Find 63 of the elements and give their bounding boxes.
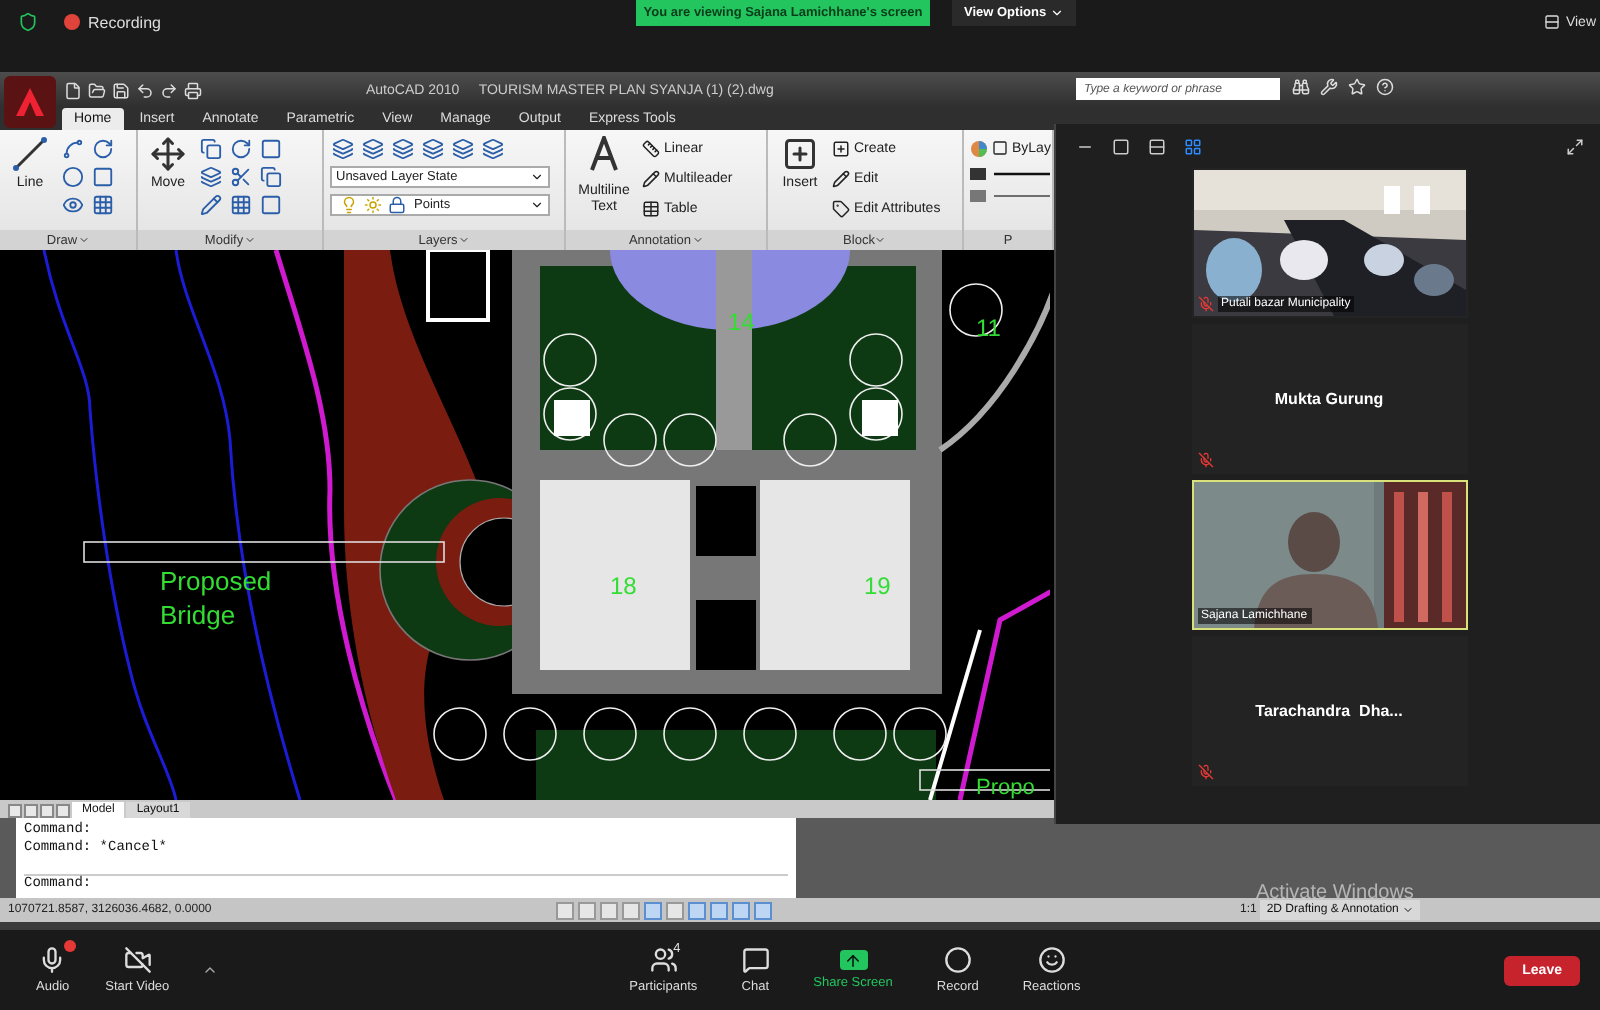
shield-icon (16, 10, 40, 34)
participant-tile[interactable]: Tarachandra Dha... (1191, 636, 1467, 786)
tag-icon (832, 199, 850, 217)
chevron-down-icon (1402, 904, 1415, 916)
new-file-icon[interactable] (64, 81, 82, 99)
binoculars-icon[interactable] (1292, 78, 1310, 96)
microphone-icon (38, 946, 67, 974)
color-swatch-icon (992, 140, 1008, 156)
speaker-view-icon[interactable] (1108, 134, 1132, 158)
drawing-label: Bridge (160, 600, 236, 630)
drawing-label: 18 (610, 572, 637, 600)
recording-dot (64, 14, 80, 30)
chevron-down-icon (243, 234, 256, 246)
chevron-down-icon (457, 234, 470, 246)
table-icon (642, 199, 660, 217)
video-off-icon (123, 946, 152, 974)
add-square-icon (832, 139, 850, 157)
layout-icon (1543, 14, 1560, 30)
people-icon (649, 946, 678, 974)
circle-icon (943, 946, 972, 974)
print-icon[interactable] (184, 81, 202, 99)
alert-badge (64, 940, 76, 952)
redo-icon[interactable] (160, 81, 178, 99)
grid-view-icon[interactable] (1180, 134, 1204, 158)
undo-icon[interactable] (136, 81, 154, 99)
chevron-down-icon (691, 234, 704, 246)
pencil-icon[interactable] (198, 192, 222, 216)
rectangle-icon[interactable] (90, 164, 114, 188)
expand-icon[interactable] (1562, 134, 1586, 158)
help-icon[interactable] (1376, 78, 1394, 96)
strip-view-icon[interactable] (1144, 134, 1168, 158)
color-wheel-icon (970, 139, 988, 157)
layers-icon[interactable] (330, 136, 354, 160)
smiley-icon (1037, 946, 1066, 974)
array-icon[interactable] (228, 192, 252, 216)
rotate-icon[interactable] (228, 136, 252, 160)
chevron-down-icon (1050, 6, 1065, 20)
pencil-icon (832, 169, 850, 187)
chevron-down-icon (874, 234, 887, 246)
lock-icon (384, 193, 408, 217)
participant-name: Mukta Gurung (1274, 390, 1384, 408)
save-icon[interactable] (112, 81, 130, 99)
star-icon[interactable] (1348, 78, 1366, 96)
diagonal-line-icon (12, 136, 48, 172)
polyline-icon[interactable] (60, 136, 84, 160)
participant-name: Tarachandra Dha... (1255, 702, 1403, 720)
ruler-icon (642, 139, 660, 157)
open-folder-icon[interactable] (88, 81, 106, 99)
site-plan-drawing[interactable] (42, 250, 1050, 800)
copy-icon[interactable] (198, 136, 222, 160)
circle-icon[interactable] (60, 164, 84, 188)
speech-bubble-icon (741, 946, 770, 974)
lineweight-icon (970, 166, 1050, 182)
wrench-icon[interactable] (1320, 78, 1338, 96)
drawing-label: 19 (864, 572, 891, 600)
linetype-icon (970, 188, 1050, 204)
add-square-icon (782, 136, 818, 172)
scissors-icon[interactable] (228, 164, 252, 188)
pencil-icon (642, 169, 660, 187)
four-arrows-icon (150, 136, 186, 172)
chevron-down-icon (77, 234, 90, 246)
recording-label: Recording (88, 13, 161, 31)
participant-tile[interactable]: Mukta Gurung (1191, 324, 1467, 474)
